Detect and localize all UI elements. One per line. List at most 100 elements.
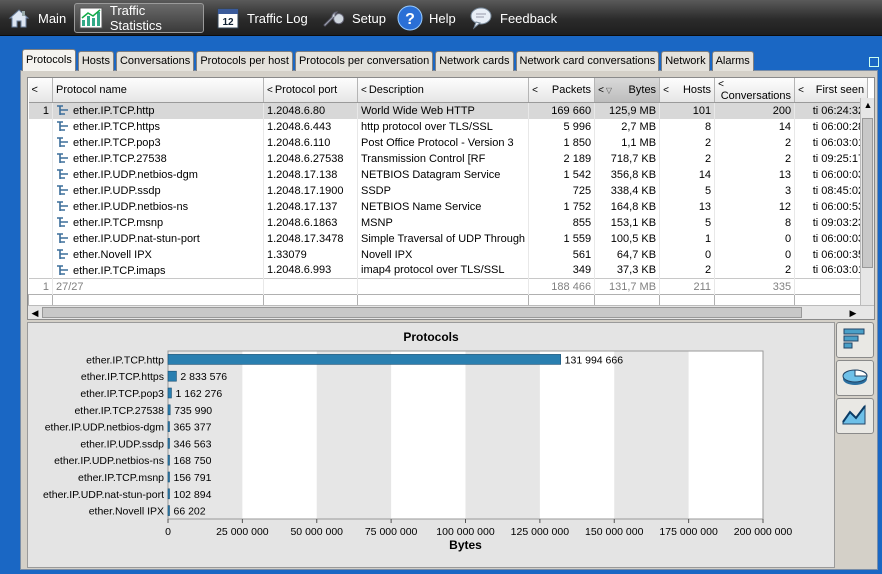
tab-strip: Protocols Hosts Conversations Protocols … <box>22 49 756 71</box>
nav-setup-button[interactable]: Setup <box>316 3 392 33</box>
protocols-grid: < Protocol name < Protocol port < Description… <box>28 78 869 313</box>
svg-text:?: ? <box>405 11 415 28</box>
tab-network-cards[interactable]: Network cards <box>435 51 514 71</box>
cell-text: ether.IP.TCP.27538 <box>73 153 167 165</box>
scroll-right-icon[interactable]: ▶ <box>846 306 860 319</box>
nav-feedback-label: Feedback <box>500 10 558 26</box>
cell-bytes: 1,1 MB <box>594 134 661 151</box>
cell-desc <box>357 278 530 295</box>
cell-first: ti 09:25:17 <box>794 150 869 167</box>
cell-text: 2 189 <box>563 152 592 165</box>
column-header-first[interactable]: < First seen <box>794 78 869 103</box>
cell-desc: NETBIOS Name Service <box>357 198 530 215</box>
tab-hosts[interactable]: Hosts <box>77 51 114 71</box>
restore-window-icon[interactable] <box>869 57 879 67</box>
table-row[interactable]: ether.IP.TCP.https 1.2048.6.443 http proto… <box>28 118 869 135</box>
line-chart-tool-button[interactable] <box>836 398 874 434</box>
column-header-bytes[interactable]: < ▽ Bytes <box>594 78 661 103</box>
tab-alarms[interactable]: Alarms <box>711 51 754 71</box>
cell-text: ether.IP.TCP.imaps <box>73 264 166 277</box>
table-row[interactable]: ether.IP.UDP.netbios-dgm 1.2048.17.138 NET… <box>28 166 869 183</box>
protocol-tree-icon <box>56 104 70 116</box>
pie-chart-tool-button[interactable] <box>836 360 874 396</box>
column-header-desc[interactable]: < Description <box>357 78 530 103</box>
cell-text: ether.IP.TCP.https <box>73 121 161 133</box>
cell-first: ti 06:00:03 <box>794 166 869 183</box>
tab-protocols[interactable]: Protocols <box>22 49 76 71</box>
column-header-packets[interactable]: < Packets <box>528 78 596 103</box>
cell-text: Simple Traversal of UDP Through <box>361 232 526 245</box>
category-label: ether.IP.UDP.netbios-dgm <box>45 422 165 434</box>
table-row[interactable]: ether.IP.TCP.imaps 1.2048.6.993 imap4 prot… <box>28 262 869 279</box>
cell-text: 1 <box>42 280 49 293</box>
x-tick-label: 200 000 000 <box>734 526 793 538</box>
column-resize-arrow-icon[interactable]: < <box>598 85 604 96</box>
table-row[interactable]: ether.IP.UDP.nat-stun-port 1.2048.17.3478… <box>28 230 869 247</box>
cell-text: 5 <box>704 184 712 197</box>
table-row[interactable]: ether.IP.TCP.27538 1.2048.6.27538 Transmis… <box>28 150 869 167</box>
table-row[interactable]: ether.IP.TCP.msnp 1.2048.6.1863 MSNP 855 153… <box>28 214 869 231</box>
summary-row[interactable]: 1 27/27 188 466 131,7 MB 211 335 <box>28 278 869 295</box>
cell-name: ether.IP.TCP.http <box>52 102 264 119</box>
cell-idx: 1 <box>28 102 53 119</box>
table-row[interactable]: 1 ether.IP.TCP.http 1.2048.6.80 World Wide … <box>28 102 869 119</box>
table-row[interactable]: ether.Novell IPX 1.33079 Novell IPX 561 64,7… <box>28 246 869 263</box>
cell-text: 335 <box>772 280 792 293</box>
column-resize-arrow-icon[interactable]: < <box>267 85 273 96</box>
column-resize-arrow-icon[interactable]: < <box>718 79 724 90</box>
cell-bytes: 37,3 KB <box>594 262 661 279</box>
column-header-conv[interactable]: < Conversations <box>714 78 796 103</box>
cell-desc: imap4 protocol over TLS/SSL <box>357 262 530 279</box>
tab-network[interactable]: Network <box>661 51 710 71</box>
vertical-scroll-thumb[interactable] <box>862 118 873 268</box>
tab-protocols-per-conversation[interactable]: Protocols per conversation <box>294 51 434 71</box>
table-horizontal-scrollbar[interactable]: ◀ ▶ <box>28 305 874 319</box>
column-header-hosts[interactable]: < Hosts <box>659 78 716 103</box>
protocols-bar-chart: Protocols ether.IP.TCP.http 131 994 666 eth… <box>43 330 793 552</box>
cell-port <box>263 278 358 295</box>
nav-traffic-log-button[interactable]: 12 Traffic Log <box>211 3 314 33</box>
scroll-left-icon[interactable]: ◀ <box>28 306 42 319</box>
nav-help-button[interactable]: ? Help <box>393 3 462 33</box>
column-header-idx[interactable]: < <box>28 78 53 103</box>
bar-value-label: 102 894 <box>174 489 212 501</box>
bar <box>167 471 170 483</box>
cell-text: 1.2048.17.137 <box>267 200 338 213</box>
bar-value-label: 2 833 576 <box>180 371 227 383</box>
nav-traffic-statistics-button[interactable]: Traffic Statistics <box>74 3 204 33</box>
scroll-up-icon[interactable]: ▲ <box>861 98 874 112</box>
column-resize-arrow-icon[interactable]: < <box>663 85 669 96</box>
column-resize-arrow-icon[interactable]: < <box>361 85 367 96</box>
nav-main-button[interactable]: Main <box>2 3 72 33</box>
nav-help-label: Help <box>429 10 456 26</box>
table-row[interactable]: ether.IP.TCP.pop3 1.2048.6.110 Post Office… <box>28 134 869 151</box>
column-header-port[interactable]: < Protocol port <box>263 78 358 103</box>
cell-text: 27/27 <box>56 280 84 293</box>
column-resize-arrow-icon[interactable]: < <box>798 85 804 96</box>
cell-text: ether.IP.TCP.msnp <box>73 217 164 229</box>
cell-text: ether.IP.UDP.ssdp <box>73 185 161 197</box>
cell-hosts: 8 <box>659 118 716 135</box>
tab-conversations[interactable]: Conversations <box>115 51 195 71</box>
table-vertical-scrollbar[interactable]: ▲ <box>860 98 874 305</box>
tab-network-card-conversations[interactable]: Network card conversations <box>515 51 660 71</box>
pie-chart-tool-icon <box>841 364 869 393</box>
nav-feedback-button[interactable]: Feedback <box>464 3 563 33</box>
cell-text: 338,4 KB <box>610 184 657 197</box>
table-row[interactable]: ether.IP.UDP.netbios-ns 1.2048.17.137 NETB… <box>28 198 869 215</box>
horizontal-scroll-thumb[interactable] <box>42 307 802 318</box>
column-header-label: Protocol port <box>274 84 338 96</box>
bar-chart-tool-button[interactable] <box>836 322 874 358</box>
cell-text: ether.IP.UDP.netbios-dgm <box>73 169 198 181</box>
tab-protocols-per-host[interactable]: Protocols per host <box>196 51 293 71</box>
column-resize-arrow-icon[interactable]: < <box>532 85 538 96</box>
category-label: ether.IP.TCP.http <box>86 354 164 366</box>
cell-first: ti 06:24:32 <box>794 102 869 119</box>
cell-text: 1 559 <box>563 232 592 245</box>
x-tick-label: 75 000 000 <box>365 526 418 538</box>
table-row[interactable]: ether.IP.UDP.ssdp 1.2048.17.1900 SSDP 725 33… <box>28 182 869 199</box>
cell-text: ti 06:03:01 <box>812 264 865 277</box>
cell-text: 5 <box>704 216 712 229</box>
column-header-name[interactable]: Protocol name <box>52 78 264 103</box>
cell-text: 8 <box>704 120 712 133</box>
